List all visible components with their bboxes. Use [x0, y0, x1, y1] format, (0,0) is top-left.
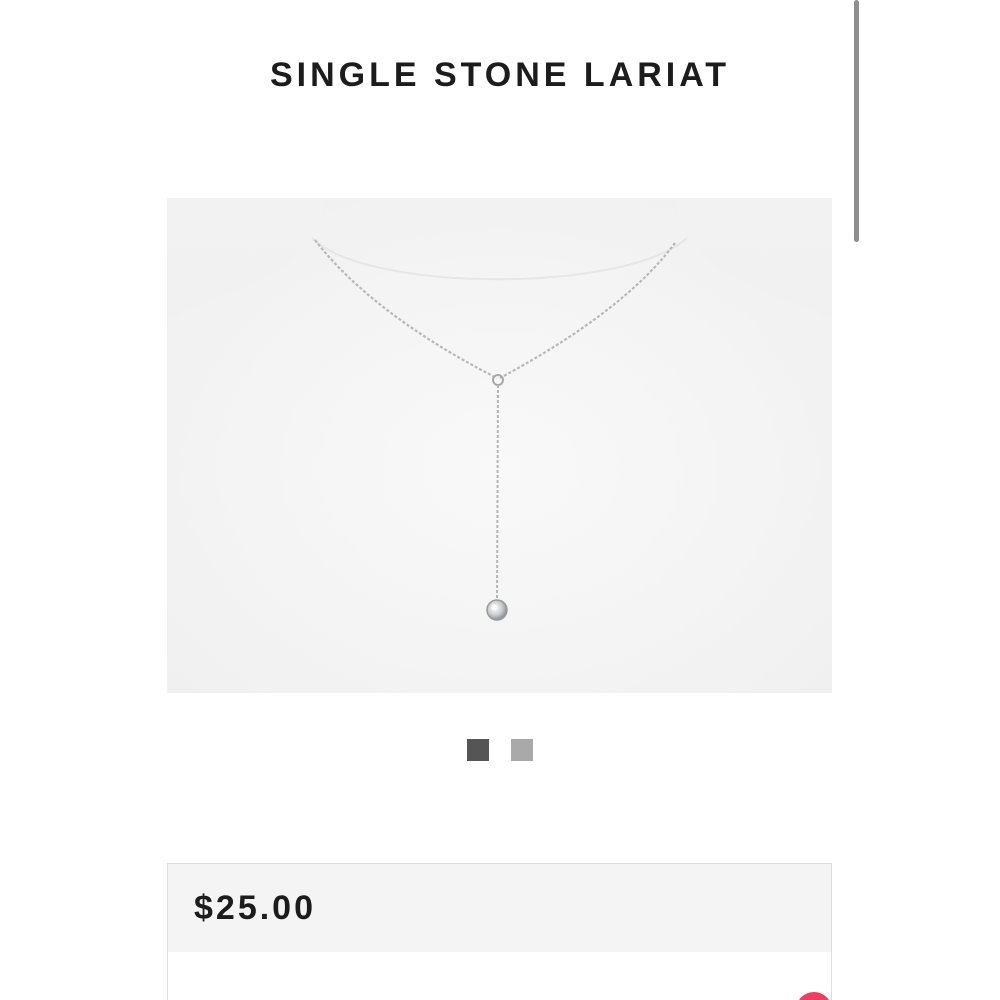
- carousel-dot-1[interactable]: [467, 739, 489, 761]
- product-title: SINGLE STONE LARIAT: [269, 56, 731, 94]
- product-page: SINGLE STONE LARIAT $25.00: [0, 0, 1000, 1000]
- price-box: $25.00: [167, 863, 832, 1000]
- scrollbar-thumb[interactable]: [854, 0, 859, 242]
- price-header: $25.00: [168, 864, 831, 952]
- image-carousel-dots: [0, 739, 1000, 761]
- carousel-dot-2[interactable]: [511, 739, 533, 761]
- product-image[interactable]: [167, 198, 832, 693]
- product-price: $25.00: [194, 888, 316, 927]
- necklace-illustration: [167, 198, 832, 693]
